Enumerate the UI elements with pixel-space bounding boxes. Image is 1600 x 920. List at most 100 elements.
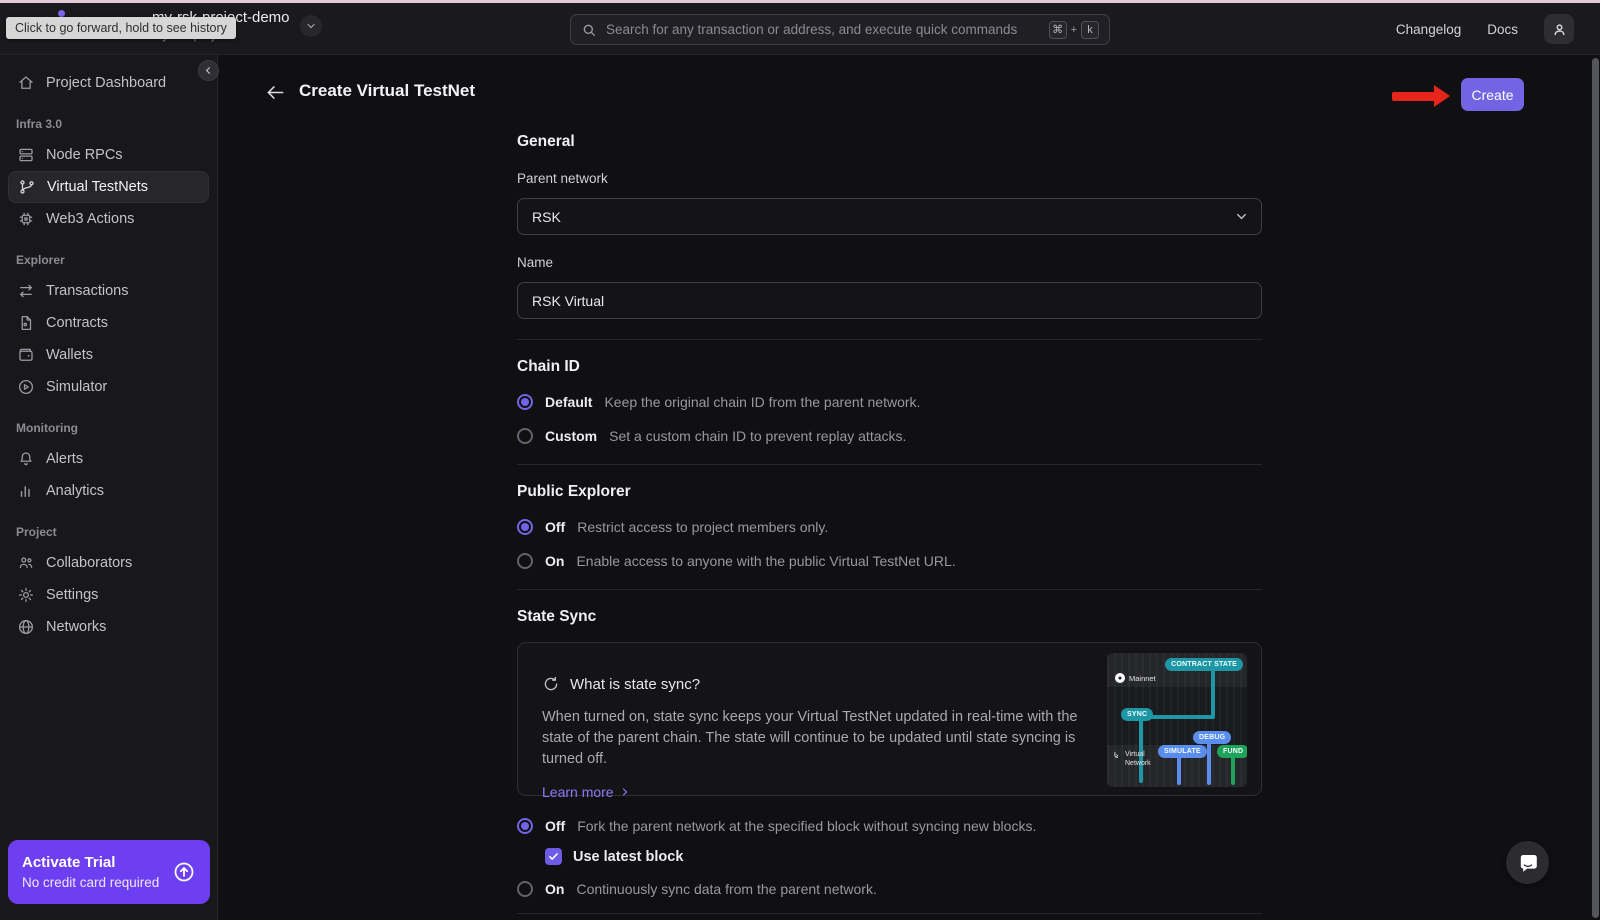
sidebar-item-project-dashboard[interactable]: Project Dashboard [8, 67, 209, 99]
option-label: Off [545, 519, 565, 535]
search-input[interactable] [606, 22, 1040, 37]
sync-icon [542, 675, 560, 693]
radio-selected-icon[interactable] [517, 519, 533, 535]
create-testnet-form: General Parent network RSK Name Chain ID… [517, 55, 1262, 914]
back-arrow-button[interactable] [266, 83, 285, 102]
chat-bubble-icon [1516, 851, 1540, 875]
mainnet-node: ● Mainnet [1115, 673, 1156, 683]
chevron-down-icon[interactable] [300, 15, 322, 37]
radio-unselected-icon[interactable] [517, 553, 533, 569]
play-circle-icon [16, 378, 35, 397]
chip-icon [16, 210, 35, 229]
sidebar-item-label: Settings [46, 587, 98, 603]
sync-badge: SYNC [1121, 708, 1153, 721]
chat-widget-button[interactable] [1506, 841, 1549, 884]
section-divider [517, 913, 1262, 914]
sidebar-item-virtual-testnets[interactable]: Virtual TestNets [8, 171, 209, 203]
sidebar-item-label: Virtual TestNets [47, 179, 148, 195]
section-divider [517, 339, 1262, 340]
changelog-link[interactable]: Changelog [1396, 22, 1461, 37]
state-sync-info-body: When turned on, state sync keeps your Vi… [542, 707, 1087, 770]
sidebar-item-transactions[interactable]: Transactions [8, 275, 209, 307]
option-desc: Restrict access to project members only. [577, 519, 828, 535]
learn-more-label: Learn more [542, 784, 614, 800]
swap-arrows-icon [16, 282, 35, 301]
chain-id-custom-option[interactable]: Custom Set a custom chain ID to prevent … [517, 428, 1262, 444]
radio-selected-icon[interactable] [517, 394, 533, 410]
docs-link[interactable]: Docs [1487, 22, 1518, 37]
name-input[interactable] [532, 293, 1247, 309]
globe-icon [16, 618, 35, 637]
create-button[interactable]: Create [1461, 78, 1524, 111]
search-shortcut: ⌘ + k [1049, 21, 1099, 39]
sidebar-section-explorer: Explorer [8, 253, 209, 267]
sidebar-section-project: Project [8, 525, 209, 539]
fund-badge: FUND [1217, 745, 1247, 758]
sidebar-item-simulator[interactable]: Simulator [8, 371, 209, 403]
gear-icon [16, 586, 35, 605]
window-top-strip [0, 0, 1600, 3]
sidebar-item-label: Collaborators [46, 555, 132, 571]
public-explorer-on-option[interactable]: On Enable access to anyone with the publ… [517, 553, 1262, 569]
state-sync-info-title: What is state sync? [570, 676, 700, 693]
option-label: Off [545, 818, 565, 834]
home-icon [16, 74, 35, 93]
sidebar-item-label: Web3 Actions [46, 211, 134, 227]
state-sync-illustration: ● Mainnet CONTRACT STATE SYNC SIMULATE D… [1107, 653, 1247, 787]
chain-id-default-option[interactable]: Default Keep the original chain ID from … [517, 394, 1262, 410]
history-tooltip: Click to go forward, hold to see history [6, 17, 236, 39]
radio-selected-icon[interactable] [517, 818, 533, 834]
network-dot-icon: ● [1115, 673, 1125, 683]
trial-title: Activate Trial [22, 854, 159, 871]
search-icon [581, 22, 597, 38]
sidebar-item-alerts[interactable]: Alerts [8, 443, 209, 475]
sidebar-item-label: Alerts [46, 451, 83, 467]
mainnet-label: Mainnet [1129, 674, 1156, 683]
sidebar-item-label: Transactions [46, 283, 128, 299]
simulate-badge: SIMULATE [1158, 745, 1207, 758]
public-explorer-off-option[interactable]: Off Restrict access to project members o… [517, 519, 1262, 535]
radio-unselected-icon[interactable] [517, 881, 533, 897]
sidebar-collapse-button[interactable] [198, 60, 219, 81]
option-label: Default [545, 394, 592, 410]
general-heading: General [517, 133, 1262, 151]
option-desc: Continuously sync data from the parent n… [576, 881, 876, 897]
name-label: Name [517, 255, 1262, 270]
sidebar-item-node-rpcs[interactable]: Node RPCs [8, 139, 209, 171]
scrollbar[interactable] [1592, 58, 1599, 918]
sidebar-item-wallets[interactable]: Wallets [8, 339, 209, 371]
arrow-up-circle-icon [172, 860, 196, 884]
annotation-arrow [1392, 85, 1450, 107]
people-icon [16, 554, 35, 573]
state-sync-off-option[interactable]: Off Fork the parent network at the speci… [517, 818, 1262, 834]
use-latest-block-option[interactable]: Use latest block [545, 848, 1262, 865]
user-avatar-button[interactable] [1544, 14, 1574, 44]
document-icon [16, 314, 35, 333]
activate-trial-banner[interactable]: Activate Trial No credit card required [8, 840, 210, 904]
page-title: Create Virtual TestNet [299, 81, 475, 101]
name-field[interactable] [517, 282, 1262, 319]
checkbox-checked-icon[interactable] [545, 848, 562, 865]
learn-more-link[interactable]: Learn more [542, 784, 631, 800]
sidebar-item-settings[interactable]: Settings [8, 579, 209, 611]
sidebar-section-monitoring: Monitoring [8, 421, 209, 435]
sidebar-item-label: Analytics [46, 483, 104, 499]
radio-unselected-icon[interactable] [517, 428, 533, 444]
global-search[interactable]: ⌘ + k [570, 14, 1110, 45]
option-label: On [545, 881, 564, 897]
sidebar-item-contracts[interactable]: Contracts [8, 307, 209, 339]
contract-state-badge: CONTRACT STATE [1165, 658, 1243, 671]
sidebar-item-analytics[interactable]: Analytics [8, 475, 209, 507]
section-divider [517, 464, 1262, 465]
shortcut-plus: + [1071, 24, 1077, 36]
sidebar-item-collaborators[interactable]: Collaborators [8, 547, 209, 579]
state-sync-info-card: What is state sync? When turned on, stat… [517, 642, 1262, 796]
fork-small-icon [1113, 751, 1122, 769]
main-content: Create Virtual TestNet Create General Pa… [218, 55, 1600, 920]
option-desc: Fork the parent network at the specified… [577, 818, 1036, 834]
sidebar-item-networks[interactable]: Networks [8, 611, 209, 643]
sidebar-item-label: Contracts [46, 315, 108, 331]
sidebar-item-web3-actions[interactable]: Web3 Actions [8, 203, 209, 235]
state-sync-on-option[interactable]: On Continuously sync data from the paren… [517, 881, 1262, 897]
parent-network-select[interactable]: RSK [517, 198, 1262, 235]
